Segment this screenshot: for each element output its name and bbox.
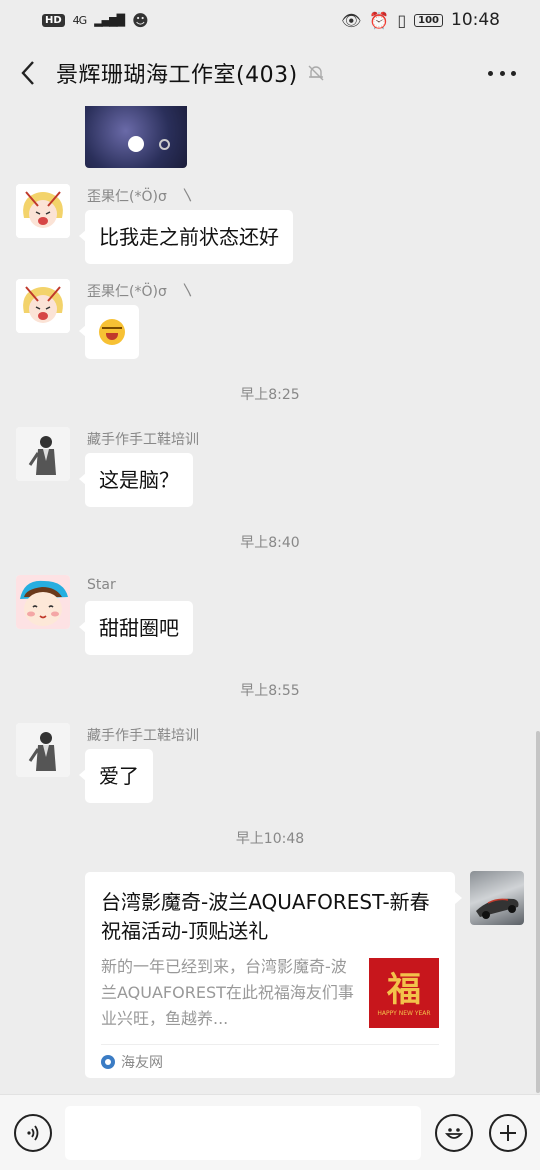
vibrate-icon: ▯ — [397, 10, 407, 30]
link-card-title: 台湾影魔奇-波兰AQUAFOREST-新春祝福活动-顶贴送礼 — [101, 890, 430, 943]
message-bubble[interactable]: 这是脑？ — [79, 453, 193, 507]
more-options-button[interactable] — [488, 62, 516, 84]
sender-name: Star — [87, 577, 116, 593]
more-dot-icon — [499, 70, 505, 76]
sender-name: 藏手作手工鞋培训 — [87, 728, 199, 744]
chat-messages[interactable]: 歪果仁(*Ö)σ 〵 比我走之前状态还好 歪果仁(*Ö)σ 〵 早上8:25 藏… — [0, 106, 540, 1094]
signal-icon: 4G — [72, 13, 87, 27]
chat-title: 景辉珊瑚海工作室(403) — [56, 63, 298, 88]
timestamp: 早上8:25 — [240, 387, 300, 403]
sender-name: 歪果仁(*Ö)σ 〵 — [87, 284, 195, 300]
status-bar: HD 4G ▂▄▆█ ☻ 👁 ⏰ ▯ 100 10:48 — [0, 0, 540, 40]
eye-icon: 👁 — [341, 10, 362, 30]
scrollbar[interactable] — [536, 731, 540, 1093]
source-logo-icon — [101, 1054, 115, 1069]
camera-switch-icon — [159, 139, 170, 150]
sender-name: 歪果仁(*Ö)σ 〵 — [87, 189, 195, 205]
hd-indicator: HD — [42, 13, 65, 27]
smiley-icon — [445, 1128, 463, 1139]
timestamp: 早上10:48 — [235, 831, 305, 847]
alarm-icon: ⏰ — [369, 10, 390, 30]
sender-name: 藏手作手工鞋培训 — [87, 432, 199, 448]
chat-header: 景辉珊瑚海工作室(403) — [0, 40, 540, 106]
message-bubble[interactable]: 比我走之前状态还好 — [79, 210, 293, 264]
shutter-icon — [128, 136, 144, 152]
signal-bars-icon: ▂▄▆█ — [94, 13, 125, 27]
more-dot-icon — [511, 70, 516, 76]
message-bubble[interactable]: 甜甜圈吧 — [79, 601, 193, 655]
message-bubble[interactable] — [79, 305, 139, 359]
avatar[interactable] — [16, 575, 70, 629]
link-card-source: 海友网 — [101, 1044, 439, 1078]
chevron-left-icon — [21, 61, 34, 85]
avatar[interactable] — [16, 723, 70, 777]
timestamp: 早上8:55 — [240, 683, 300, 699]
battery-icon: 100 — [414, 13, 443, 27]
fu-character: 福 — [387, 969, 421, 1010]
link-card-description: 新的一年已经到来，台湾影魔奇-波兰AQUAFOREST在此祝福海友们事业兴旺，鱼… — [101, 957, 354, 1028]
voice-input-button[interactable] — [14, 1114, 52, 1152]
timestamp: 早上8:40 — [240, 535, 300, 551]
mute-bell-icon — [308, 65, 324, 81]
status-time: 10:48 — [451, 10, 500, 30]
back-button[interactable] — [20, 53, 46, 93]
avatar[interactable] — [16, 184, 70, 238]
thumbnail-caption: HAPPY NEW YEAR — [377, 1009, 431, 1017]
message-bubble[interactable]: 爱了 — [79, 749, 153, 803]
avatar[interactable] — [16, 427, 70, 481]
emoji-button[interactable] — [435, 1114, 473, 1152]
voice-icon — [27, 1125, 39, 1141]
avatar[interactable] — [16, 279, 70, 333]
plus-icon — [500, 1125, 516, 1141]
app-notification-icon: ☻ — [132, 10, 149, 30]
input-bar — [0, 1094, 540, 1170]
more-functions-button[interactable] — [489, 1114, 527, 1152]
self-avatar[interactable] — [470, 871, 524, 925]
message-input[interactable] — [65, 1106, 421, 1160]
link-card-thumbnail: 福 HAPPY NEW YEAR — [369, 958, 439, 1028]
link-card-source-name: 海友网 — [121, 1054, 163, 1071]
laughing-crying-emoji-icon — [99, 318, 125, 345]
more-dot-icon — [488, 70, 493, 76]
image-message[interactable] — [85, 106, 187, 168]
link-card[interactable]: 台湾影魔奇-波兰AQUAFOREST-新春祝福活动-顶贴送礼 新的一年已经到来，… — [85, 872, 462, 1078]
